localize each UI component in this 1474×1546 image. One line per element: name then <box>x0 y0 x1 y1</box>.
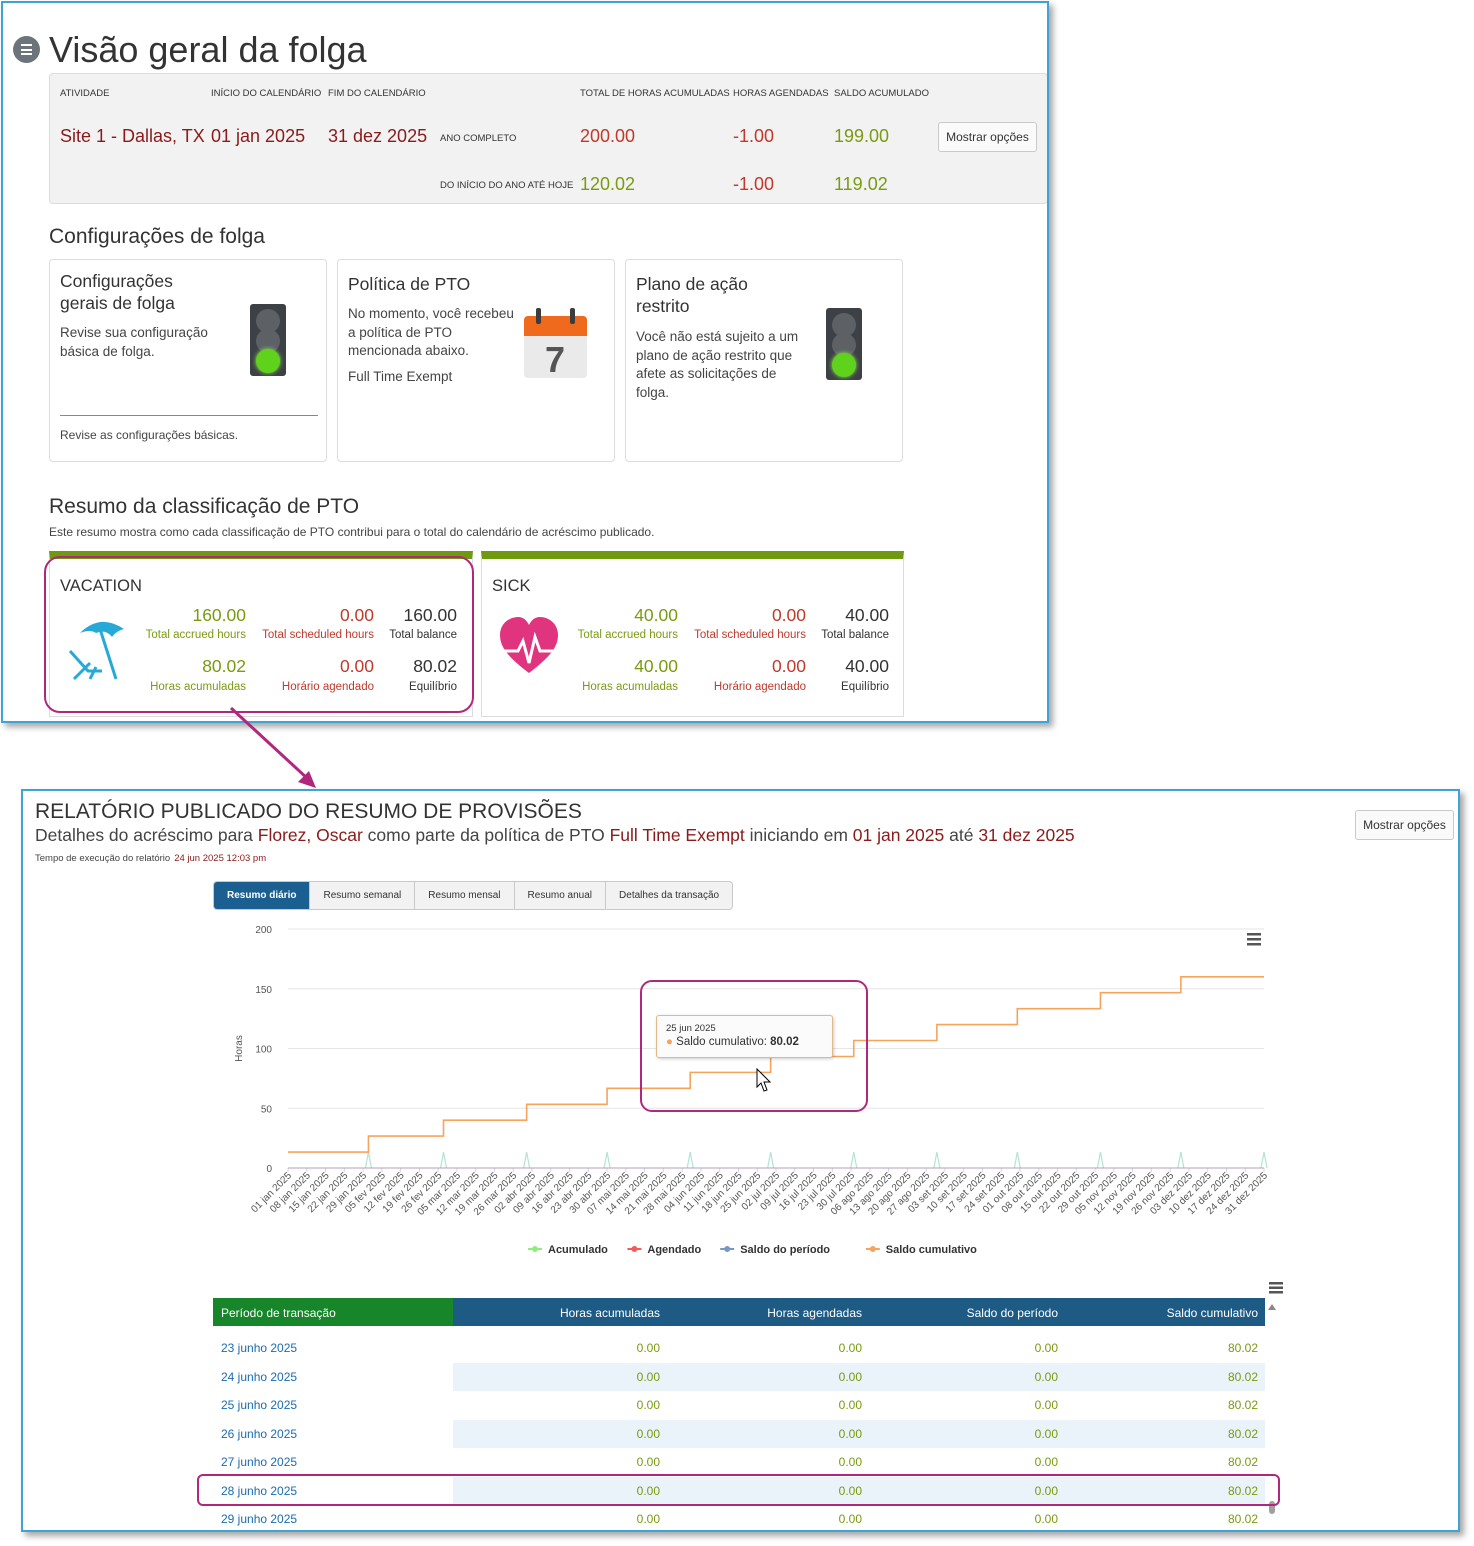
y-tick-label: 0 <box>266 1164 272 1175</box>
row-value: 0.00 <box>1034 1341 1058 1355</box>
row-value: 0.00 <box>838 1341 862 1355</box>
table-row: 26 junho 2025 0.00 0.00 0.00 80.02 <box>213 1419 1265 1448</box>
row-value: 0.00 <box>636 1426 660 1441</box>
row-value: 0.00 <box>1034 1426 1058 1441</box>
legend-item[interactable]: Acumulado <box>548 1244 608 1256</box>
row-value: 80.02 <box>1227 1398 1258 1412</box>
row-value: 80.02 <box>1227 1369 1258 1384</box>
row-value: 0.00 <box>636 1369 660 1384</box>
row-value: 0.00 <box>838 1426 862 1441</box>
row-value: 0.00 <box>636 1512 660 1526</box>
row-value: 0.00 <box>636 1341 660 1355</box>
row-date-link[interactable]: 24 junho 2025 <box>221 1370 297 1384</box>
col-cumulative-balance[interactable]: Saldo cumulativo <box>1058 1306 1258 1320</box>
row-value: 0.00 <box>636 1455 660 1469</box>
accrued-spike <box>850 1151 858 1169</box>
accrued-spike <box>523 1151 531 1169</box>
y-tick-label: 200 <box>255 925 272 936</box>
row-value: 0.00 <box>838 1455 862 1469</box>
col-accrued[interactable]: Horas acumuladas <box>453 1306 660 1320</box>
y-tick-label: 150 <box>255 985 272 996</box>
row-value: 80.02 <box>1227 1341 1258 1355</box>
col-period-balance[interactable]: Saldo do período <box>862 1306 1058 1320</box>
legend-marker <box>532 1246 538 1252</box>
accrued-spike <box>767 1151 775 1169</box>
accrued-spike <box>1260 1151 1268 1169</box>
accrued-spike <box>933 1151 941 1169</box>
table-row: 25 junho 2025 0.00 0.00 0.00 80.02 <box>213 1391 1265 1419</box>
row-value: 0.00 <box>1034 1512 1058 1526</box>
accrued-spike <box>603 1151 611 1169</box>
y-tick-label: 50 <box>261 1104 273 1115</box>
row-highlight <box>197 1474 1280 1506</box>
row-value: 0.00 <box>838 1398 862 1412</box>
legend-marker <box>724 1246 731 1252</box>
row-value: 80.02 <box>1227 1512 1258 1526</box>
row-value: 0.00 <box>1034 1398 1058 1412</box>
accrued-spike <box>364 1151 373 1169</box>
accrued-spike <box>1096 1151 1105 1169</box>
row-date-link[interactable]: 29 junho 2025 <box>221 1512 297 1526</box>
col-period[interactable]: Período de transação <box>221 1306 336 1320</box>
legend-item[interactable]: Agendado <box>647 1244 701 1256</box>
row-date-link[interactable]: 26 junho 2025 <box>221 1427 297 1441</box>
legend-marker <box>869 1246 876 1252</box>
legend-item[interactable]: Saldo do período <box>740 1244 830 1256</box>
row-date-link[interactable]: 27 junho 2025 <box>221 1455 297 1469</box>
row-value: 0.00 <box>636 1398 660 1412</box>
table-row: 27 junho 2025 0.00 0.00 0.00 80.02 <box>213 1448 1265 1476</box>
row-date-link[interactable]: 25 junho 2025 <box>221 1398 297 1412</box>
legend-item[interactable]: Saldo cumulativo <box>886 1244 977 1256</box>
table-menu-icon[interactable] <box>1269 1281 1283 1295</box>
row-value: 80.02 <box>1227 1455 1258 1469</box>
legend-marker <box>631 1246 638 1252</box>
accrued-spike <box>439 1151 448 1169</box>
accrual-report-panel: RELATÓRIO PUBLICADO DO RESUMO DE PROVISÕ… <box>21 789 1460 1532</box>
row-value: 0.00 <box>838 1369 862 1384</box>
mouse-cursor-icon <box>756 1068 772 1092</box>
row-value: 0.00 <box>838 1512 862 1526</box>
row-date-link[interactable]: 23 junho 2025 <box>221 1341 297 1355</box>
table-row: 23 junho 2025 0.00 0.00 0.00 80.02 <box>213 1334 1265 1362</box>
row-value: 80.02 <box>1227 1426 1258 1441</box>
y-axis-label: Horas <box>234 1035 245 1062</box>
col-scheduled[interactable]: Horas agendadas <box>660 1306 862 1320</box>
table-row: 29 junho 2025 0.00 0.00 0.00 80.02 <box>213 1505 1265 1530</box>
accrued-spike <box>1177 1151 1185 1169</box>
table-header: Período de transação Horas acumuladas Ho… <box>213 1298 1265 1326</box>
chart-menu-icon[interactable] <box>1247 933 1261 946</box>
row-value: 0.00 <box>1034 1455 1058 1469</box>
table-row: 24 junho 2025 0.00 0.00 0.00 80.02 <box>213 1362 1265 1391</box>
accrued-spike <box>1013 1151 1021 1169</box>
y-tick-label: 100 <box>255 1045 272 1056</box>
accrued-spike <box>686 1151 694 1169</box>
row-value: 0.00 <box>1034 1369 1058 1384</box>
tooltip-highlight <box>640 980 868 1112</box>
